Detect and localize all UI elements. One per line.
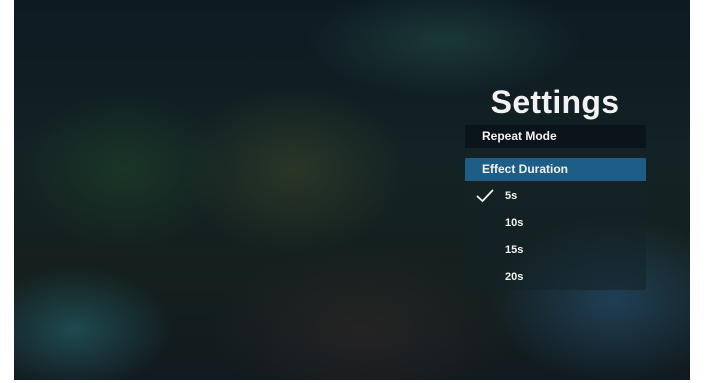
option-5s[interactable]: 5s (465, 183, 646, 210)
option-label: 5s (505, 190, 518, 202)
background-screen: Settings Repeat Mode Effect Duration 5s … (14, 0, 690, 380)
repeat-mode-label: Repeat Mode (482, 129, 557, 143)
repeat-mode-item[interactable]: Repeat Mode (465, 125, 646, 148)
effect-duration-item[interactable]: Effect Duration (465, 158, 646, 181)
effect-duration-options: 5s 10s 15s 20s (465, 181, 646, 290)
option-20s[interactable]: 20s (465, 264, 646, 291)
option-label: 20s (505, 271, 524, 283)
option-15s[interactable]: 15s (465, 237, 646, 264)
settings-title: Settings (490, 84, 620, 120)
option-label: 10s (505, 217, 524, 229)
effect-duration-label: Effect Duration (482, 162, 569, 176)
check-icon (476, 189, 494, 202)
option-label: 15s (505, 244, 524, 256)
option-10s[interactable]: 10s (465, 210, 646, 237)
